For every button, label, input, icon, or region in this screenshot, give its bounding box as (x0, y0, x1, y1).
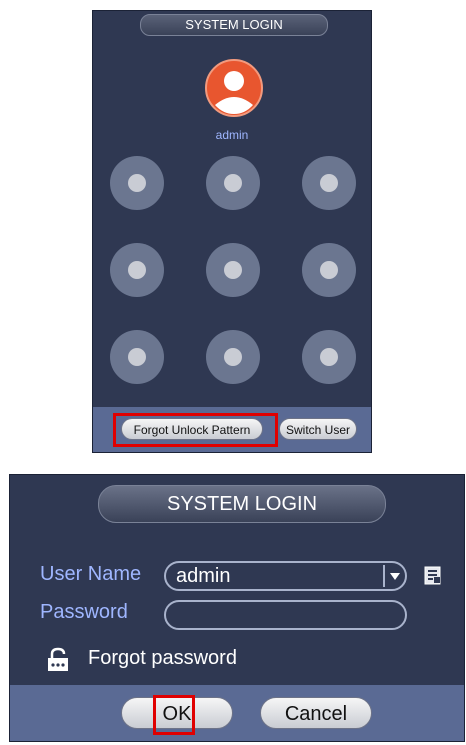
password-login-dialog: SYSTEM LOGIN User Name admin Password Fo… (9, 474, 465, 742)
user-name-value: admin (176, 565, 231, 587)
pattern-dot[interactable] (302, 243, 356, 297)
pattern-dot[interactable] (110, 243, 164, 297)
current-user-label: admin (215, 128, 249, 142)
keyboard-icon[interactable] (424, 566, 442, 586)
switch-user-button[interactable]: Switch User (279, 418, 357, 440)
highlight-box (113, 413, 278, 447)
pattern-dot[interactable] (206, 330, 260, 384)
user-avatar-icon (205, 59, 263, 117)
password-label: Password (40, 601, 128, 623)
dialog-footer: Forgot Unlock Pattern Switch User (93, 407, 371, 452)
pattern-dot[interactable] (110, 156, 164, 210)
password-input[interactable] (164, 600, 407, 630)
forgot-password-link[interactable]: Forgot password (88, 647, 237, 670)
cancel-button[interactable]: Cancel (260, 697, 372, 729)
pattern-login-dialog: SYSTEM LOGIN admin Forgot Unlock Pattern… (92, 10, 372, 453)
dialog-title: SYSTEM LOGIN (140, 14, 328, 36)
highlight-box (153, 695, 195, 735)
pattern-dot[interactable] (302, 156, 356, 210)
pattern-dot[interactable] (110, 330, 164, 384)
pattern-dot[interactable] (206, 243, 260, 297)
user-name-label: User Name (40, 563, 142, 585)
lock-icon (48, 647, 68, 671)
dialog-title: SYSTEM LOGIN (98, 485, 386, 523)
pattern-dot[interactable] (206, 156, 260, 210)
chevron-down-icon[interactable] (383, 565, 403, 587)
dialog-footer: OK Cancel (10, 685, 464, 741)
pattern-dot[interactable] (302, 330, 356, 384)
user-name-select[interactable]: admin (164, 561, 407, 591)
unlock-pattern-grid[interactable] (110, 156, 356, 384)
